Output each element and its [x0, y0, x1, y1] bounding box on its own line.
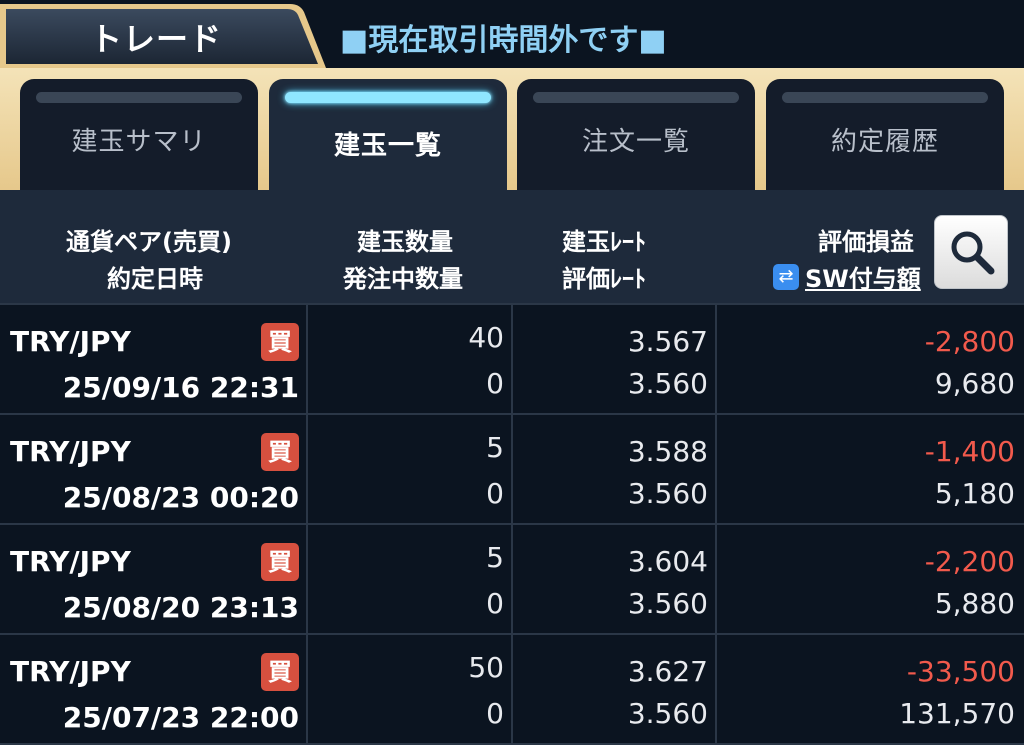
unrealized-pl: -33,500	[906, 655, 1015, 688]
col-divider	[306, 635, 308, 743]
col-position-rate: 建玉ﾚｰﾄ	[562, 228, 646, 256]
col-divider	[511, 415, 513, 523]
tab-indicator	[782, 92, 988, 103]
tab-label: 注文一覧	[581, 127, 690, 157]
col-position-qty: 建玉数量	[357, 228, 453, 256]
position-row[interactable]: TRY/JPY 買 25/07/23 22:00 50 0 3.627 3.560 -33,5…	[0, 635, 1024, 745]
buy-badge: 買	[261, 433, 299, 471]
buy-badge: 買	[261, 323, 299, 361]
col-divider	[511, 305, 513, 413]
col-pending-qty: 発注中数量	[343, 265, 463, 293]
position-rate: 3.627	[627, 655, 708, 688]
tab-order-list[interactable]: 注文一覧	[517, 79, 755, 190]
title-tab: トレード	[0, 0, 330, 68]
market-status-text: ■現在取引時間外です■	[340, 23, 667, 58]
position-list: TRY/JPY 買 25/09/16 22:31 40 0 3.567 3.560 -2,80…	[0, 305, 1024, 745]
swap-amount: 9,680	[934, 367, 1015, 400]
col-divider	[511, 525, 513, 633]
position-row[interactable]: TRY/JPY 買 25/08/23 00:20 5 0 3.588 3.560 -1,400…	[0, 415, 1024, 525]
tab-execution-history[interactable]: 約定履歴	[766, 79, 1004, 190]
col-divider	[715, 525, 717, 633]
col-divider	[715, 635, 717, 743]
page-title: トレード	[90, 20, 223, 58]
tab-label: 約定履歴	[830, 127, 939, 157]
col-divider	[511, 635, 513, 743]
search-button[interactable]	[934, 215, 1008, 289]
tab-position-summary[interactable]: 建玉サマリ	[20, 79, 258, 190]
col-divider	[306, 305, 308, 413]
unrealized-pl: -1,400	[924, 435, 1015, 468]
trade-screen: トレード ■現在取引時間外です■ 建玉サマリ 建玉一覧 注文一覧 約定履歴 通貨…	[0, 0, 1024, 745]
col-divider	[306, 415, 308, 523]
currency-pair: TRY/JPY	[10, 325, 131, 358]
position-qty: 40	[468, 321, 504, 354]
swap-arrows-icon[interactable]: ⇄	[773, 263, 799, 290]
tab-indicator	[36, 92, 242, 103]
currency-pair: TRY/JPY	[10, 545, 131, 578]
position-rate: 3.567	[627, 325, 708, 358]
swap-amount: 5,180	[934, 477, 1015, 510]
tab-position-list[interactable]: 建玉一覧	[269, 79, 507, 190]
execution-datetime: 25/09/16 22:31	[62, 371, 299, 404]
unrealized-pl: -2,200	[924, 545, 1015, 578]
app-header: トレード ■現在取引時間外です■	[0, 0, 1024, 68]
position-rate: 3.588	[627, 435, 708, 468]
column-header: 通貨ペア(売買) 約定日時 建玉数量 発注中数量 建玉ﾚｰﾄ 評価ﾚｰﾄ 評価損…	[0, 190, 1024, 305]
execution-datetime: 25/07/23 22:00	[62, 701, 299, 734]
swap-toggle[interactable]: ⇄ SW付与額	[773, 259, 921, 294]
pending-qty: 0	[486, 367, 504, 400]
swap-amount: 5,880	[934, 587, 1015, 620]
pending-qty: 0	[486, 477, 504, 510]
tab-indicator	[533, 92, 739, 103]
col-divider	[306, 525, 308, 633]
position-row[interactable]: TRY/JPY 買 25/08/20 23:13 5 0 3.604 3.560 -2,200…	[0, 525, 1024, 635]
valuation-rate: 3.560	[627, 697, 708, 730]
execution-datetime: 25/08/20 23:13	[62, 591, 299, 624]
swap-amount: 131,570	[899, 697, 1015, 730]
position-qty: 50	[468, 651, 504, 684]
col-valuation-rate: 評価ﾚｰﾄ	[562, 265, 646, 293]
tab-label: 建玉サマリ	[71, 127, 207, 157]
execution-datetime: 25/08/23 00:20	[62, 481, 299, 514]
pending-qty: 0	[486, 587, 504, 620]
col-divider	[715, 415, 717, 523]
currency-pair: TRY/JPY	[10, 435, 131, 468]
col-pair-side: 通貨ペア(売買)	[66, 228, 232, 256]
col-exec-datetime: 約定日時	[107, 265, 203, 293]
position-rate: 3.604	[627, 545, 708, 578]
buy-badge: 買	[261, 543, 299, 581]
col-unrealized-pl: 評価損益	[818, 228, 914, 256]
unrealized-pl: -2,800	[924, 325, 1015, 358]
buy-badge: 買	[261, 653, 299, 691]
position-row[interactable]: TRY/JPY 買 25/09/16 22:31 40 0 3.567 3.560 -2,80…	[0, 305, 1024, 415]
tab-label: 建玉一覧	[333, 131, 442, 161]
position-qty: 5	[486, 541, 504, 574]
swap-amount-link[interactable]: SW付与額	[805, 259, 921, 294]
valuation-rate: 3.560	[627, 477, 708, 510]
pending-qty: 0	[486, 697, 504, 730]
col-divider	[715, 305, 717, 413]
valuation-rate: 3.560	[627, 587, 708, 620]
valuation-rate: 3.560	[627, 367, 708, 400]
position-qty: 5	[486, 431, 504, 464]
magnifier-icon	[951, 231, 995, 275]
tab-indicator	[285, 92, 491, 103]
currency-pair: TRY/JPY	[10, 655, 131, 688]
